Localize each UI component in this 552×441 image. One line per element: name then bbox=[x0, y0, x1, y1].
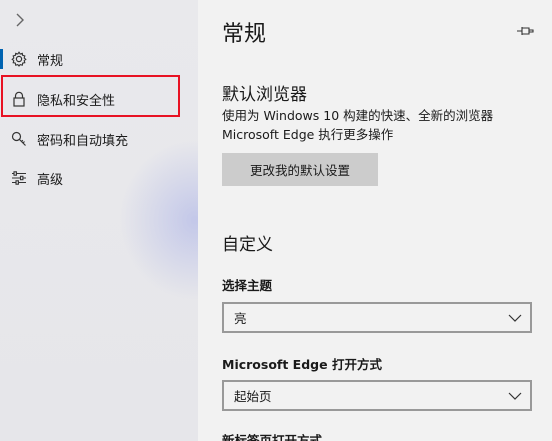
open-with-select[interactable]: 起始页 bbox=[222, 380, 532, 411]
description-line: Microsoft Edge 执行更多操作 bbox=[222, 127, 394, 142]
open-with-label: Microsoft Edge 打开方式 bbox=[222, 357, 382, 372]
sidebar-item-label: 密码和自动填充 bbox=[37, 133, 129, 149]
sidebar-item-privacy[interactable]: 隐私和安全性 bbox=[0, 79, 198, 119]
theme-select[interactable]: 亮 bbox=[222, 302, 532, 333]
chevron-down-icon bbox=[508, 392, 522, 400]
default-browser-heading: 默认浏览器 bbox=[222, 85, 307, 105]
pin-icon bbox=[517, 27, 534, 35]
description-line: 使用为 Windows 10 构建的快速、全新的浏览器 bbox=[222, 108, 494, 123]
settings-sidebar: 常规 隐私和安全性 密码和自动填充 高级 bbox=[0, 0, 198, 441]
sidebar-item-passwords[interactable]: 密码和自动填充 bbox=[0, 119, 198, 159]
customize-heading: 自定义 bbox=[222, 235, 273, 255]
new-tab-label: 新标签页打开方式 bbox=[222, 433, 323, 441]
sidebar-item-label: 常规 bbox=[37, 53, 64, 69]
page-title: 常规 bbox=[222, 22, 267, 47]
lock-icon bbox=[10, 90, 28, 108]
open-with-select-value: 起始页 bbox=[234, 389, 272, 404]
expand-button[interactable] bbox=[4, 4, 36, 36]
key-icon bbox=[10, 130, 28, 148]
chevron-down-icon bbox=[508, 314, 522, 322]
chevron-right-icon bbox=[16, 13, 24, 27]
sliders-icon bbox=[10, 169, 28, 187]
gear-icon bbox=[10, 50, 28, 68]
settings-panel: 常规 默认浏览器 使用为 Windows 10 构建的快速、全新的浏览器 Mic… bbox=[198, 0, 552, 441]
sidebar-item-advanced[interactable]: 高级 bbox=[0, 158, 198, 198]
sidebar-item-label: 隐私和安全性 bbox=[37, 93, 116, 109]
theme-label: 选择主题 bbox=[222, 278, 273, 293]
sidebar-item-general[interactable]: 常规 bbox=[0, 39, 198, 79]
default-browser-description: 使用为 Windows 10 构建的快速、全新的浏览器 Microsoft Ed… bbox=[222, 106, 532, 144]
pin-button[interactable] bbox=[514, 22, 536, 40]
change-default-button[interactable]: 更改我的默认设置 bbox=[222, 153, 378, 186]
settings-window: 常规 隐私和安全性 密码和自动填充 高级 常规 默认浏览器 使用为 Window… bbox=[0, 0, 552, 441]
sidebar-item-label: 高级 bbox=[37, 172, 64, 188]
theme-select-value: 亮 bbox=[234, 311, 247, 326]
